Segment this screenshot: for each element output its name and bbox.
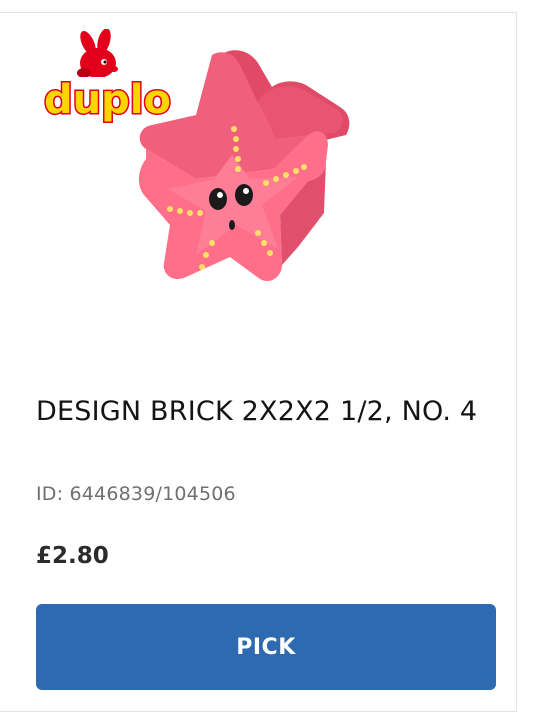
duplo-wordmark: duplo [40, 76, 172, 125]
duplo-logo: duplo [40, 29, 172, 125]
product-card: duplo DESIGN BRICK 2X2X2 1/2, NO. 4 ID: … [0, 12, 517, 712]
product-price: £2.80 [36, 543, 109, 569]
svg-text:duplo: duplo [44, 77, 171, 123]
pick-button[interactable]: PICK [36, 604, 496, 690]
product-title[interactable]: DESIGN BRICK 2X2X2 1/2, NO. 4 [36, 389, 496, 435]
product-image: duplo [36, 29, 416, 349]
rabbit-icon [77, 29, 118, 78]
product-id: ID: 6446839/104506 [36, 483, 236, 505]
